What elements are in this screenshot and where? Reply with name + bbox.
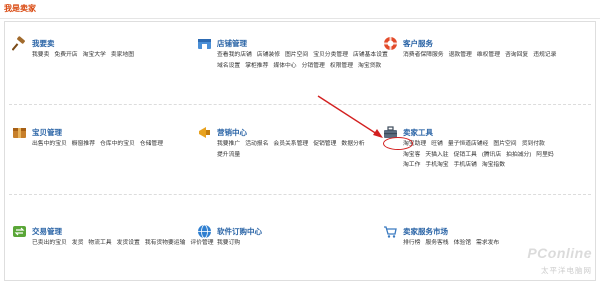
link-item[interactable]: 货到付款 xyxy=(522,139,545,150)
page-title: 我是卖家 xyxy=(4,4,36,13)
link-item[interactable]: 橱窗推荐 xyxy=(72,139,95,150)
link-item[interactable]: 淘工作 xyxy=(403,160,420,171)
link-item[interactable]: 图片空间 xyxy=(285,50,308,61)
link-item[interactable]: 促销工具 xyxy=(454,150,477,161)
link-item[interactable]: 旺铺 xyxy=(431,139,443,150)
link-item[interactable]: 我要订购 xyxy=(217,238,240,249)
watermark-logo: PConline xyxy=(527,245,592,261)
watermark: PConline 太平洋电脑网 xyxy=(524,245,594,279)
watermark-text: 太平洋电脑网 xyxy=(541,266,592,275)
link-item[interactable]: 免费开店 xyxy=(54,50,77,61)
section-title: 客户服务 xyxy=(403,39,433,48)
link-item[interactable]: 天猫入驻 xyxy=(425,150,448,161)
link-item[interactable]: 物流工具 xyxy=(88,238,111,249)
link-item[interactable]: 排行榜 xyxy=(403,238,420,249)
section-title: 卖家服务市场 xyxy=(403,227,448,236)
megaphone-icon xyxy=(197,125,212,140)
link-item[interactable]: 仓储管理 xyxy=(140,139,163,150)
link-list: 已卖出的宝贝 发货 物流工具 发货设置 我有货物要运输 评价管理 xyxy=(32,238,222,249)
link-list: 消费者保障服务 退款管理 维权管理 咨询回复 违规记录 xyxy=(403,50,573,61)
section-title: 交易管理 xyxy=(32,227,62,236)
link-list: 出售中的宝贝 橱窗推荐 仓库中的宝贝 仓储管理 xyxy=(32,139,222,150)
link-item[interactable]: 发货设置 xyxy=(117,238,140,249)
link-list: 我要订购 xyxy=(217,238,407,249)
link-item[interactable]: 体验馆 xyxy=(454,238,471,249)
link-item[interactable]: 维权管理 xyxy=(477,50,500,61)
link-item[interactable]: 手机淘宝 xyxy=(425,160,448,171)
link-item[interactable]: 淘宝客 xyxy=(403,150,420,161)
link-item[interactable]: 服务客栈 xyxy=(425,238,448,249)
link-item[interactable]: 阿里妈 xyxy=(536,150,553,161)
shop-icon xyxy=(197,36,212,51)
link-item[interactable]: 促销管理 xyxy=(313,139,336,150)
link-item[interactable]: 淘宝大学 xyxy=(83,50,106,61)
section-title: 卖家工具 xyxy=(403,128,433,137)
link-item[interactable]: 需求发布 xyxy=(476,238,499,249)
link-item[interactable]: 卖家地图 xyxy=(111,50,134,61)
link-item[interactable]: 淘宝指数 xyxy=(482,160,505,171)
link-item[interactable]: 数据分析 xyxy=(341,139,364,150)
link-item[interactable]: 域名设置 xyxy=(217,61,240,72)
globe-icon xyxy=(197,224,212,239)
lifebuoy-icon xyxy=(383,36,398,51)
link-list: 查看我的店铺 店铺装修 图片空间 宝贝分类管理 店铺基本设置域名设置 掌柜推荐 媒体中心 分销… xyxy=(217,50,407,71)
link-item[interactable]: 评价管理 xyxy=(190,238,213,249)
link-item[interactable]: 量子恒道店铺经 xyxy=(448,139,489,150)
section-title: 我要卖 xyxy=(32,39,55,48)
exchange-icon xyxy=(12,224,27,239)
link-item[interactable]: 查看我的店铺 xyxy=(217,50,252,61)
section-title: 营销中心 xyxy=(217,128,247,137)
section-title: 店铺管理 xyxy=(217,39,247,48)
link-item[interactable]: 淘宝贷款 xyxy=(358,61,381,72)
link-item[interactable]: 已卖出的宝贝 xyxy=(32,238,67,249)
divider xyxy=(9,194,591,195)
link-item[interactable]: 店铺基本设置 xyxy=(353,50,388,61)
link-item[interactable]: 拍拍减分) xyxy=(506,150,531,161)
link-item[interactable]: 发货 xyxy=(72,238,84,249)
link-item[interactable]: 媒体中心 xyxy=(273,61,296,72)
link-item[interactable]: 退款管理 xyxy=(449,50,472,61)
link-item[interactable]: 分销管理 xyxy=(302,61,325,72)
link-item[interactable]: 店铺装修 xyxy=(257,50,280,61)
link-item[interactable]: 我有货物要运输 xyxy=(145,238,186,249)
link-item[interactable]: 图片空间 xyxy=(493,139,516,150)
link-list: 我要卖 免费开店 淘宝大学 卖家地图 xyxy=(32,50,222,61)
link-item[interactable]: 提升流量 xyxy=(217,150,240,161)
link-item[interactable]: 咨询回复 xyxy=(505,50,528,61)
link-list: 我要推广 活动报名 会员关系管理 促销管理 数据分析提升流量 xyxy=(217,139,392,160)
link-item[interactable]: 我要卖 xyxy=(32,50,49,61)
link-item[interactable]: 活动报名 xyxy=(245,139,268,150)
section-title: 宝贝管理 xyxy=(32,128,62,137)
link-item[interactable]: 消费者保障服务 xyxy=(403,50,444,61)
link-item[interactable]: 权限管理 xyxy=(330,61,353,72)
link-item[interactable]: (腾讯店 xyxy=(482,150,501,161)
section-title: 软件订购中心 xyxy=(217,227,262,236)
box-icon xyxy=(12,125,27,140)
cart-icon xyxy=(383,224,398,239)
link-item[interactable]: 仓库中的宝贝 xyxy=(100,139,135,150)
link-item[interactable]: 宝贝分类管理 xyxy=(313,50,348,61)
link-item[interactable]: 出售中的宝贝 xyxy=(32,139,67,150)
link-item[interactable]: 手机店铺 xyxy=(454,160,477,171)
link-item[interactable]: 掌柜推荐 xyxy=(245,61,268,72)
gavel-icon xyxy=(12,36,27,51)
top-bar: 我是卖家 xyxy=(0,0,600,19)
highlight-circle xyxy=(383,137,413,150)
link-list: 淘宝助理 旺铺 量子恒道店铺经 图片空间 货到付款淘宝客 天猫入驻 促销工具 (腾讯店 拍拍减分… xyxy=(403,139,571,171)
link-item[interactable]: 我要推广 xyxy=(217,139,240,150)
divider xyxy=(9,104,591,105)
link-item[interactable]: 违规记录 xyxy=(533,50,556,61)
link-item[interactable]: 会员关系管理 xyxy=(273,139,308,150)
